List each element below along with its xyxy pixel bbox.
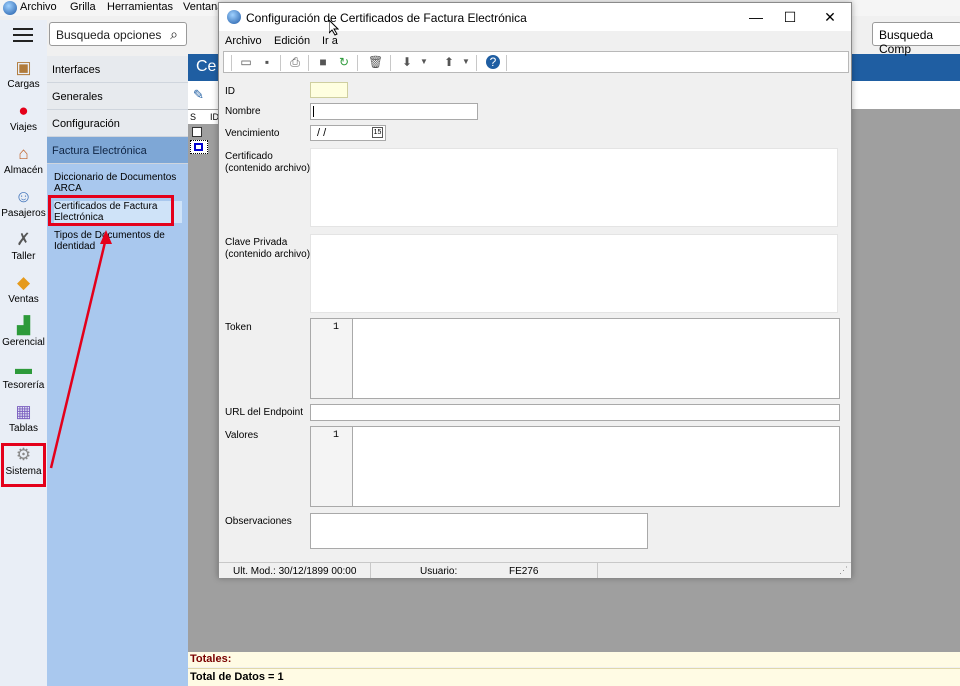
refresh-icon[interactable]: ↻ — [337, 55, 351, 69]
label-vencimiento: Vencimiento — [225, 128, 280, 139]
vencimiento-input[interactable]: / / 15 — [310, 125, 386, 141]
help-icon[interactable]: ? — [486, 55, 500, 69]
search-comp-input[interactable]: Busqueda Comp — [872, 22, 960, 56]
certificates-dialog: Configuración de Certificados de Factura… — [218, 2, 852, 578]
id-field — [310, 82, 348, 98]
valores-line-gutter: 1 — [311, 427, 353, 506]
close-icon[interactable]: ✕ — [815, 7, 845, 27]
delete-icon[interactable]: 🗑 — [368, 55, 383, 69]
dialog-titlebar: Configuración de Certificados de Factura… — [219, 3, 851, 31]
move-up-icon[interactable]: ⬆ — [442, 55, 456, 69]
label-certificado-sub: (contenido archivo) — [225, 163, 311, 174]
row-checkbox[interactable] — [192, 127, 202, 137]
dialog-menubar: Archivo Edición Ir a — [219, 31, 851, 49]
nombre-input[interactable] — [310, 103, 478, 120]
label-valores: Valores — [225, 430, 259, 441]
edit-icon[interactable]: ✎ — [193, 87, 204, 103]
stop-icon[interactable]: ■ — [316, 55, 330, 69]
new-icon[interactable]: ▭ — [239, 55, 253, 69]
save-icon[interactable]: ▪ — [260, 55, 274, 69]
label-clave-privada: Clave Privada — [225, 237, 288, 248]
mouse-cursor-icon — [329, 20, 339, 36]
usuario-value: FE276 — [509, 566, 539, 577]
label-token: Token — [225, 322, 252, 333]
url-endpoint-input[interactable] — [310, 404, 840, 421]
dialog-menu-edicion[interactable]: Edición — [274, 35, 310, 47]
label-clave-privada-sub: (contenido archivo) — [225, 249, 311, 260]
certificado-textarea[interactable] — [310, 148, 838, 227]
last-modified: Ult. Mod.: 30/12/1899 00:00 — [233, 566, 357, 577]
label-url-endpoint: URL del Endpoint — [225, 407, 304, 418]
grid-header-row: S ID — [188, 110, 220, 124]
dialog-toolbar: ▭ ▪ ⎙ ■ ↻ 🗑 ⬇ ▼ ⬆ ▼ ? — [223, 51, 849, 73]
token-editor[interactable]: 1 — [310, 318, 840, 399]
label-observaciones: Observaciones — [225, 516, 292, 527]
calendar-icon[interactable]: 15 — [372, 127, 383, 138]
resize-grip-icon[interactable]: ⋰ — [839, 565, 848, 576]
move-down-icon[interactable]: ⬇ — [400, 55, 414, 69]
dialog-statusbar: Ult. Mod.: 30/12/1899 00:00 Usuario: FE2… — [219, 562, 851, 578]
label-nombre: Nombre — [225, 106, 261, 117]
label-id: ID — [225, 86, 235, 97]
observaciones-textarea[interactable] — [310, 513, 648, 549]
minimize-icon[interactable]: — — [741, 7, 771, 27]
token-line-gutter: 1 — [311, 319, 353, 398]
maximize-icon[interactable]: ☐ — [775, 7, 805, 27]
dialog-title: Configuración de Certificados de Factura… — [246, 11, 527, 25]
totals-label: Totales: — [188, 652, 960, 667]
usuario-label: Usuario: — [420, 566, 458, 577]
app-logo-icon — [227, 10, 241, 24]
print-icon[interactable]: ⎙ — [288, 55, 302, 69]
chevron-down-icon[interactable]: ▼ — [459, 55, 473, 69]
chevron-down-icon[interactable]: ▼ — [417, 55, 431, 69]
selected-row-marker[interactable] — [190, 140, 208, 154]
total-count: Total de Datos = 1 — [188, 668, 960, 686]
dialog-menu-ir-a[interactable]: Ir a — [322, 35, 338, 47]
dialog-menu-archivo[interactable]: Archivo — [225, 35, 262, 47]
clave-privada-textarea[interactable] — [310, 234, 838, 313]
label-certificado: Certificado — [225, 151, 273, 162]
valores-editor[interactable]: 1 — [310, 426, 840, 507]
